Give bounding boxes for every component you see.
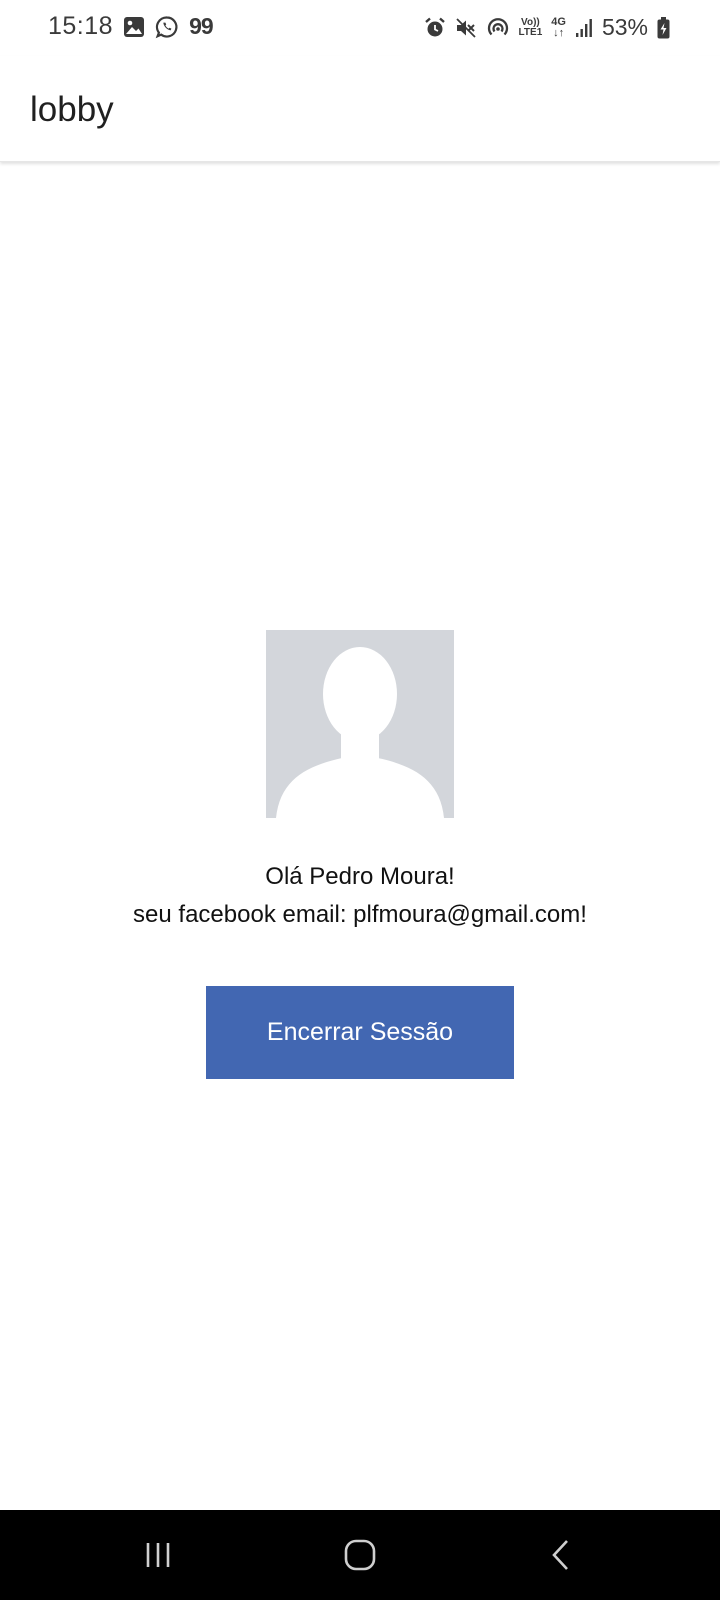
recent-apps-button[interactable] [98, 1510, 218, 1600]
navigation-bar [0, 1510, 720, 1600]
image-icon [123, 16, 145, 38]
recent-apps-icon [146, 1543, 170, 1567]
data-arrows-icon: ↓↑ [553, 26, 565, 39]
whatsapp-icon [155, 15, 179, 39]
logout-button[interactable]: Encerrar Sessão [206, 986, 514, 1079]
home-button[interactable] [300, 1510, 420, 1600]
status-left: 15:18 99 [48, 12, 214, 41]
back-icon [552, 1540, 568, 1570]
status-bar: 15:18 99 Vo)) LTE1 4G ↓↑ 53% [0, 0, 720, 56]
hotspot-icon [486, 16, 510, 40]
signal-icon [575, 18, 593, 38]
page-title: lobby [30, 90, 114, 129]
app-bar: lobby [0, 56, 720, 162]
greeting-text: Olá Pedro Moura! [265, 863, 455, 890]
screen: 15:18 99 Vo)) LTE1 4G ↓↑ 53% lobby Olá P… [0, 0, 720, 1600]
greeting-block: Olá Pedro Moura! seu facebook email: plf… [0, 858, 720, 934]
status-right: Vo)) LTE1 4G ↓↑ 53% [424, 14, 670, 41]
back-button[interactable] [502, 1510, 622, 1600]
notification-count-badge: 99 [189, 13, 214, 39]
mute-icon [455, 17, 477, 39]
network-4g-indicator: 4G ↓↑ [551, 16, 566, 39]
profile-avatar [266, 630, 454, 818]
email-text: seu facebook email: plfmoura@gmail.com! [133, 901, 587, 928]
status-time: 15:18 [48, 12, 114, 40]
battery-charging-icon [657, 16, 670, 39]
battery-percentage: 53% [601, 14, 648, 40]
volte-indicator: Vo)) LTE1 [518, 17, 543, 38]
alarm-icon [424, 17, 446, 39]
home-icon [344, 1539, 376, 1571]
avatar-silhouette-icon [266, 630, 454, 818]
lte-label: LTE1 [518, 26, 543, 38]
